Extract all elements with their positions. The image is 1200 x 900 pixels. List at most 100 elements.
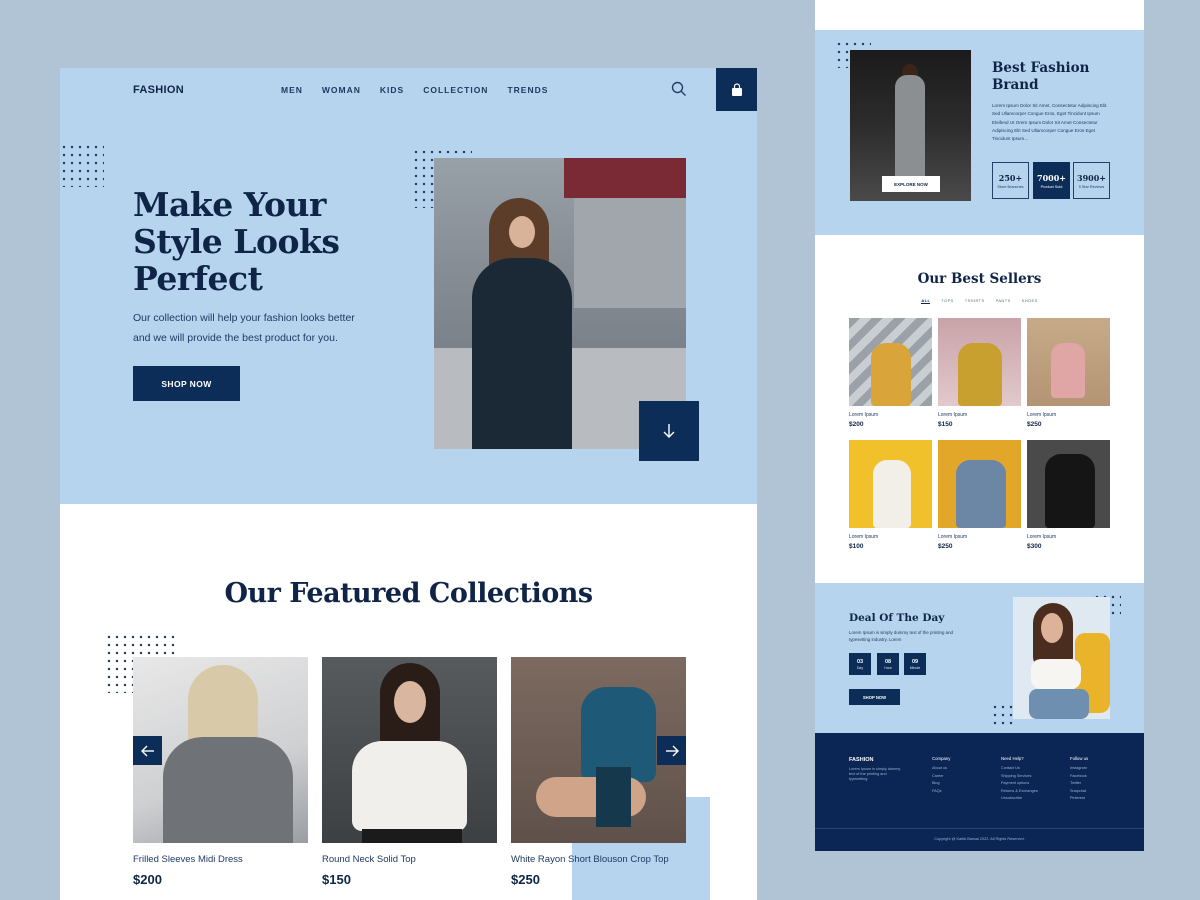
countdown-value: 08 [884, 658, 892, 665]
carousel-next-button[interactable] [657, 736, 686, 765]
explore-now-button[interactable]: EXPLORE NOW [882, 176, 940, 192]
seller-item-price: $300 [1027, 543, 1042, 550]
seller-item[interactable]: Lorem Ipsum $150 [938, 318, 1021, 428]
hero-title: Make Your Style Looks Perfect [133, 185, 340, 298]
tab-tshirts[interactable]: TSHIRTS [965, 298, 985, 304]
nav-men[interactable]: MEN [281, 85, 303, 95]
countdown-days: 03 Day [849, 653, 871, 675]
footer-about: Lorem Ipsum is simply dummy text of the … [849, 767, 901, 781]
stat-value: 7000+ [1037, 172, 1066, 183]
footer-link[interactable]: Facebook [1070, 773, 1088, 781]
arrow-right-icon [665, 745, 679, 756]
stat-five-star-reviews: 3900+ 5 Star Reviews [1073, 162, 1110, 199]
logo[interactable]: FASHION [133, 84, 184, 96]
countdown-unit: Hour [884, 665, 892, 670]
seller-item[interactable]: Lorem Ipsum $200 [849, 318, 932, 428]
countdown-hours: 08 Hour [877, 653, 899, 675]
footer-company-column: Company About us Career Blog FAQs [932, 756, 950, 795]
shopping-bag-button[interactable] [716, 68, 757, 111]
main-landing-page: FASHION MEN WOMAN KIDS COLLECTION TRENDS… [60, 68, 757, 900]
product-price: $150 [322, 872, 351, 887]
main-nav: MEN WOMAN KIDS COLLECTION TRENDS [281, 85, 567, 95]
seller-item-name[interactable]: Lorem Ipsum [849, 534, 932, 540]
seller-item[interactable]: Lorem Ipsum $250 [938, 440, 1021, 550]
tab-tops[interactable]: TOPS [941, 298, 953, 304]
search-icon[interactable] [671, 81, 687, 97]
footer: FASHION Lorem Ipsum is simply dummy text… [815, 733, 1144, 851]
stat-product-sold: 7000+ Product Sold [1033, 162, 1070, 199]
footer-link[interactable]: Twitter [1070, 780, 1088, 788]
seller-item-price: $250 [1027, 421, 1042, 428]
nav-kids[interactable]: KIDS [380, 85, 404, 95]
countdown-unit: Day [856, 665, 864, 670]
shop-now-button[interactable]: SHOP NOW [133, 366, 240, 401]
seller-item-price: $250 [938, 543, 953, 550]
seller-item-image[interactable] [1027, 318, 1110, 406]
footer-link[interactable]: Snapchat [1070, 788, 1088, 796]
seller-item-image[interactable] [849, 440, 932, 528]
brand-section: EXPLORE NOW Best Fashion Brand Lorem Ips… [815, 30, 1144, 235]
featured-collections-title: Our Featured Collections [224, 578, 593, 609]
footer-logo[interactable]: FASHION [849, 757, 873, 763]
footer-link[interactable]: Payment options [1001, 780, 1038, 788]
footer-link[interactable]: Contact Us [1001, 765, 1038, 773]
tab-shoes[interactable]: SHOES [1022, 298, 1038, 304]
footer-link[interactable]: Shipping Services [1001, 773, 1038, 781]
stat-label: Product Sold [1040, 184, 1063, 189]
seller-item-image[interactable] [938, 318, 1021, 406]
seller-item-name[interactable]: Lorem Ipsum [849, 412, 932, 418]
nav-trends[interactable]: TRENDS [507, 85, 548, 95]
stat-value: 250+ [998, 172, 1023, 183]
product-name[interactable]: White Rayon Short Blouson Crop Top [511, 854, 686, 865]
footer-link[interactable]: Unsubscribe [1001, 795, 1038, 803]
tab-all[interactable]: ALL [921, 298, 931, 304]
countdown-unit: Minute [909, 665, 921, 670]
stat-label: Store Branches [997, 184, 1024, 189]
footer-heading: Need Help? [1001, 756, 1024, 761]
deal-description: Lorem Ipsum is simply dummy text of the … [849, 630, 953, 642]
footer-link[interactable]: Career [932, 773, 950, 781]
footer-link[interactable]: Blog [932, 780, 950, 788]
product-name[interactable]: Round Neck Solid Top [322, 854, 497, 865]
deal-of-the-day-section: Deal Of The Day Lorem Ipsum is simply du… [815, 583, 1144, 733]
footer-divider [815, 828, 1144, 829]
seller-item-image[interactable] [849, 318, 932, 406]
product-price: $200 [133, 872, 162, 887]
arrow-left-icon [140, 745, 154, 756]
tab-pants[interactable]: PANTS [996, 298, 1011, 304]
footer-link[interactable]: Pinterest [1070, 795, 1088, 803]
seller-item[interactable]: Lorem Ipsum $100 [849, 440, 932, 550]
footer-link[interactable]: Instagram [1070, 765, 1088, 773]
product-card[interactable]: Round Neck Solid Top $150 [322, 657, 497, 887]
seller-item-image[interactable] [1027, 440, 1110, 528]
seller-item[interactable]: Lorem Ipsum $300 [1027, 440, 1110, 550]
product-name[interactable]: Frilled Sleeves Midi Dress [133, 854, 308, 865]
product-card[interactable]: White Rayon Short Blouson Crop Top $250 [511, 657, 686, 887]
seller-item-name[interactable]: Lorem Ipsum [938, 534, 1021, 540]
footer-link[interactable]: FAQs [932, 788, 950, 796]
stat-store-branches: 250+ Store Branches [992, 162, 1029, 199]
seller-item-name[interactable]: Lorem Ipsum [1027, 412, 1110, 418]
product-card[interactable]: Frilled Sleeves Midi Dress $200 [133, 657, 308, 887]
brand-description: Lorem Ipsum Dolor Sit Amet, Consectetur … [992, 103, 1108, 142]
seller-item-name[interactable]: Lorem Ipsum [938, 412, 1021, 418]
footer-link[interactable]: Returns & Exchanges [1001, 788, 1038, 796]
seller-item-image[interactable] [938, 440, 1021, 528]
scroll-down-button[interactable] [639, 401, 699, 461]
footer-link[interactable]: About us [932, 765, 950, 773]
product-price: $250 [511, 872, 540, 887]
best-sellers-tabs: ALL TOPS TSHIRTS PANTS SHOES [815, 298, 1144, 304]
seller-item-name[interactable]: Lorem Ipsum [1027, 534, 1110, 540]
footer-heading: Follow us [1070, 756, 1089, 761]
nav-woman[interactable]: WOMAN [322, 85, 361, 95]
carousel-prev-button[interactable] [133, 736, 162, 765]
footer-heading: Company [932, 756, 951, 761]
deal-shop-now-button[interactable]: SHOP NOW [849, 689, 900, 705]
brand-model-image: EXPLORE NOW [850, 50, 971, 201]
nav-collection[interactable]: COLLECTION [423, 85, 488, 95]
footer-copyright: Copyright @ Kartik Bansal 2022. All Righ… [934, 837, 1025, 841]
seller-item[interactable]: Lorem Ipsum $250 [1027, 318, 1110, 428]
product-image[interactable] [322, 657, 497, 843]
stat-label: 5 Star Reviews [1078, 184, 1105, 189]
countdown-value: 09 [911, 658, 919, 665]
